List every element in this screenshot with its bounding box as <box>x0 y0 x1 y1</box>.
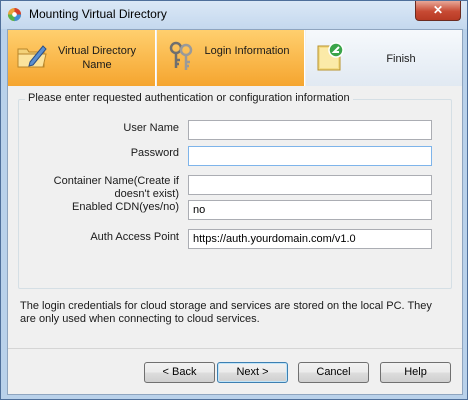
divider <box>8 348 462 349</box>
keys-icon <box>169 41 193 70</box>
next-button[interactable]: Next > <box>217 362 288 383</box>
window-title: Mounting Virtual Directory <box>29 7 167 21</box>
close-icon: ✕ <box>432 3 444 17</box>
dialog-client-area: Virtual Directory Name Login Information <box>7 29 463 395</box>
user-name-input[interactable] <box>188 120 432 140</box>
step-login-information: Login Information <box>157 30 305 86</box>
dialog-window: Mounting Virtual Directory ✕ Virtual Dir… <box>0 0 468 400</box>
password-input[interactable] <box>188 146 432 166</box>
form-group: Please enter requested authentication or… <box>18 92 452 289</box>
user-name-label: User Name <box>123 122 179 134</box>
app-icon <box>7 7 22 22</box>
cancel-button[interactable]: Cancel <box>298 362 369 383</box>
group-title: Please enter requested authentication or… <box>25 92 353 104</box>
help-button[interactable]: Help <box>380 362 451 383</box>
enabled-cdn-label: Enabled CDN(yes/no) <box>72 201 179 213</box>
step-label: Login Information <box>204 45 290 57</box>
back-button[interactable]: < Back <box>144 362 215 383</box>
password-label: Password <box>130 147 179 159</box>
step-virtual-directory-name: Virtual Directory Name <box>8 30 156 86</box>
step-label: Finish <box>386 53 416 65</box>
container-name-input[interactable] <box>188 175 432 195</box>
step-finish: Finish <box>306 30 462 86</box>
container-name-label: Container Name(Create if doesn't exist) <box>53 175 179 200</box>
enabled-cdn-input[interactable] <box>188 200 432 220</box>
wizard-steps: Virtual Directory Name Login Information <box>8 30 462 86</box>
step-label: Virtual Directory Name <box>57 45 137 71</box>
auth-access-point-input[interactable] <box>188 229 432 249</box>
close-button[interactable]: ✕ <box>415 1 461 21</box>
folder-pencil-icon <box>17 45 47 68</box>
auth-access-point-label: Auth Access Point <box>90 231 179 243</box>
finish-icon <box>317 42 344 71</box>
info-note: The login credentials for cloud storage … <box>20 300 432 325</box>
title-bar[interactable]: Mounting Virtual Directory ✕ <box>1 1 467 29</box>
